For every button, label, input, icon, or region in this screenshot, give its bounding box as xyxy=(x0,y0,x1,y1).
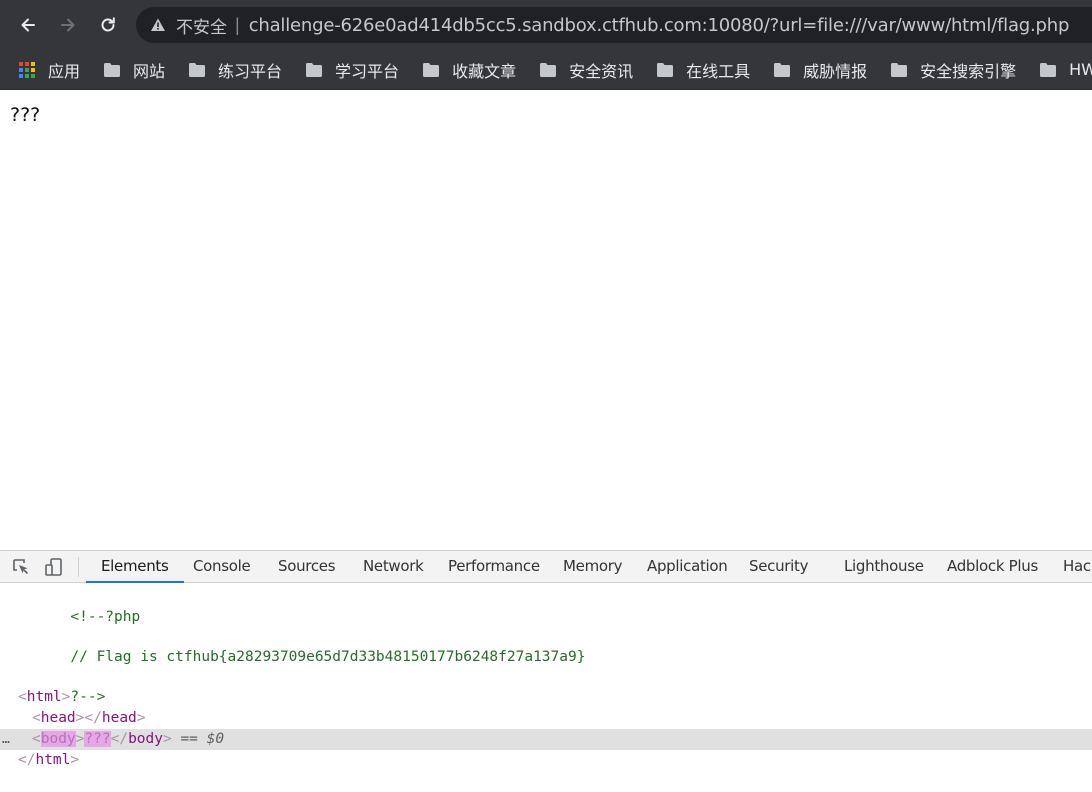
folder-icon xyxy=(891,62,908,77)
selected-node-marker: == $0 xyxy=(180,731,225,747)
folder-icon xyxy=(774,62,791,77)
bookmark-label: 练习平台 xyxy=(218,61,283,81)
bookmark-label: 学习平台 xyxy=(335,61,400,81)
toolbar-divider xyxy=(78,557,79,577)
tag-name: body xyxy=(40,731,76,747)
tab-adblock-plus[interactable]: Adblock Plus xyxy=(947,551,1038,583)
tab-hackbar[interactable]: Hackbar xyxy=(1063,551,1092,583)
bookmarks-bar: 应用 网站 练习平台 学习平台 收藏文章 安全资讯 在线工具 威胁情报 安全搜索… xyxy=(0,50,1092,90)
folder-icon xyxy=(189,62,206,77)
bookmark-folder[interactable]: 网站 xyxy=(104,58,165,82)
folder-icon xyxy=(1040,62,1057,77)
tag-name: body xyxy=(128,731,163,747)
address-bar[interactable]: 不安全 | challenge-626e0ad414db5cc5.sandbox… xyxy=(136,7,1092,43)
tag-bracket: ></ xyxy=(75,710,102,726)
tab-lighthouse[interactable]: Lighthouse xyxy=(844,551,924,583)
bookmark-label: 安全资讯 xyxy=(569,61,634,81)
body-text-node: ??? xyxy=(84,731,111,747)
dom-node-html-open[interactable]: <html> xyxy=(0,687,1092,708)
bookmark-folder[interactable]: 收藏文章 xyxy=(423,58,516,82)
inspect-element-icon[interactable] xyxy=(11,557,31,577)
bookmark-folder[interactable]: 在线工具 xyxy=(657,58,750,82)
tag-bracket: </ xyxy=(18,752,36,768)
folder-icon xyxy=(657,62,674,77)
bookmark-folder[interactable]: 威胁情报 xyxy=(774,58,867,82)
tag-bracket: < xyxy=(32,731,41,747)
arrow-right-icon xyxy=(61,18,75,32)
device-toolbar-icon[interactable] xyxy=(44,557,64,577)
tag-name: html xyxy=(35,752,71,768)
more-options-icon[interactable]: … xyxy=(2,729,10,750)
folder-icon xyxy=(104,62,121,77)
bookmark-folder[interactable]: 安全搜索引擎 xyxy=(891,58,1016,82)
bookmark-apps[interactable]: 应用 xyxy=(19,58,80,82)
tab-network[interactable]: Network xyxy=(363,551,424,583)
insecure-label[interactable]: 不安全 xyxy=(176,13,227,38)
bookmark-folder[interactable]: 学习平台 xyxy=(306,58,399,82)
bookmark-folder[interactable]: 练习平台 xyxy=(189,58,282,82)
dom-comment-open[interactable]: <!--?php xyxy=(0,586,1092,625)
bookmark-label: 网站 xyxy=(133,61,166,81)
apps-icon xyxy=(19,61,35,78)
warning-icon[interactable] xyxy=(150,17,166,33)
tag-bracket: > xyxy=(61,689,71,705)
tab-application[interactable]: Application xyxy=(647,551,728,583)
bookmark-folder[interactable]: HW xyxy=(1040,60,1092,79)
page-viewport: ??? xyxy=(0,90,1092,550)
url-separator: | xyxy=(235,14,240,35)
tab-performance[interactable]: Performance xyxy=(448,551,540,583)
tag-bracket: < xyxy=(18,689,27,705)
bookmark-label: 在线工具 xyxy=(686,61,751,81)
bookmark-folder[interactable]: 安全资讯 xyxy=(540,58,633,82)
folder-icon xyxy=(423,62,440,77)
folder-icon xyxy=(540,62,557,77)
tag-bracket: > xyxy=(162,731,172,747)
tab-console[interactable]: Console xyxy=(193,551,251,583)
tag-name: head xyxy=(40,710,76,726)
devtools-panel: Elements Console Sources Network Perform… xyxy=(0,550,1092,792)
tab-security[interactable]: Security xyxy=(749,551,809,583)
dom-node-head[interactable]: <head></head> xyxy=(0,708,1092,729)
tab-memory[interactable]: Memory xyxy=(563,551,623,583)
dom-node-html-close[interactable]: </html> xyxy=(0,750,1092,771)
arrow-left-icon xyxy=(21,18,35,32)
reload-icon xyxy=(101,17,115,32)
flag-comment-text: // Flag is ctfhub{a28293709e65d7d33b4815… xyxy=(70,649,586,665)
back-button[interactable] xyxy=(13,10,43,40)
dom-comment-flag[interactable]: // Flag is ctfhub{a28293709e65d7d33b4815… xyxy=(0,626,1092,665)
bookmark-label: 威胁情报 xyxy=(803,61,868,81)
bookmark-label: 安全搜索引擎 xyxy=(920,61,1017,81)
tab-elements[interactable]: Elements xyxy=(86,551,184,583)
folder-icon xyxy=(306,62,323,77)
tag-name: html xyxy=(26,689,62,705)
url-text[interactable]: challenge-626e0ad414db5cc5.sandbox.ctfhu… xyxy=(249,15,1070,36)
tag-name: head xyxy=(101,710,137,726)
bookmark-label: 收藏文章 xyxy=(452,61,517,81)
bookmark-label: 应用 xyxy=(48,61,81,81)
tab-sources[interactable]: Sources xyxy=(278,551,336,583)
tag-bracket: > xyxy=(70,752,80,768)
tag-bracket: > xyxy=(136,710,146,726)
forward-button[interactable] xyxy=(53,10,83,40)
tag-bracket: </ xyxy=(110,731,129,747)
tag-bracket: < xyxy=(32,710,41,726)
dom-comment-close[interactable]: ?--> xyxy=(0,666,1092,705)
dom-node-body-selected[interactable]: … <body>???</body> == $0 xyxy=(0,729,1092,750)
browser-toolbar: 不安全 | challenge-626e0ad414db5cc5.sandbox… xyxy=(0,0,1092,50)
bookmark-label: HW xyxy=(1069,60,1092,79)
devtools-tabbar: Elements Console Sources Network Perform… xyxy=(0,551,1092,583)
elements-tree: <!--?php // Flag is ctfhub{a28293709e65d… xyxy=(0,584,1092,792)
reload-button[interactable] xyxy=(93,10,123,40)
page-body-text: ??? xyxy=(10,104,41,126)
comment-text: <!--?php xyxy=(70,609,141,625)
